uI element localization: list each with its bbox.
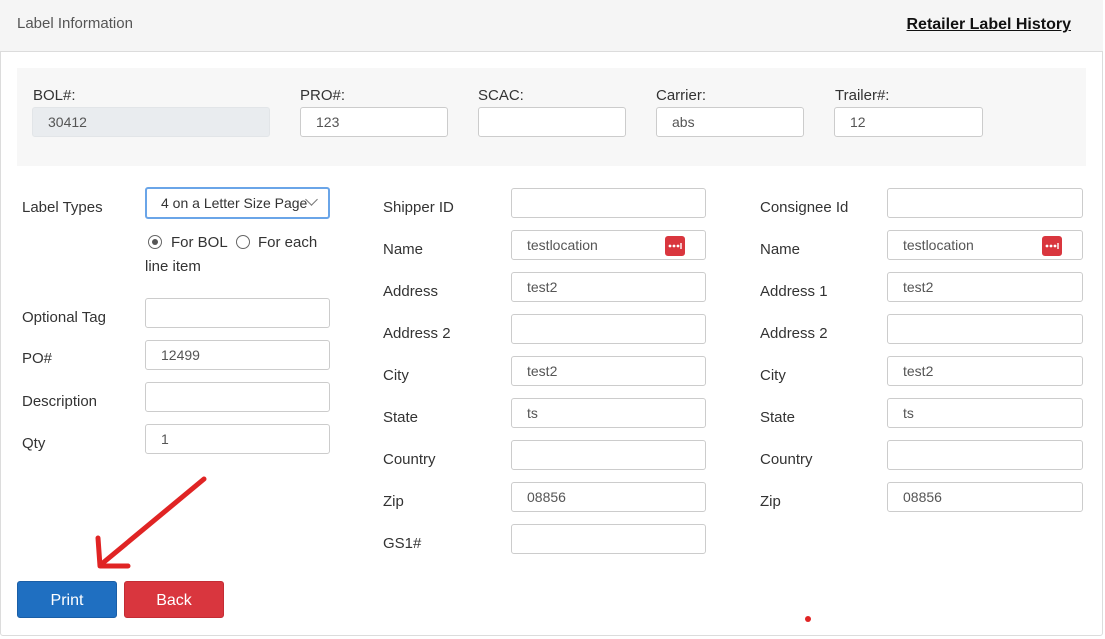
shipper-address-field[interactable]: test2 bbox=[511, 272, 706, 302]
radio-for-bol[interactable] bbox=[148, 235, 162, 249]
shipper-name-label: Name bbox=[383, 241, 424, 258]
shipper-address-label: Address bbox=[383, 283, 439, 300]
carrier-label: Carrier: bbox=[656, 87, 707, 104]
shipper-city-label: City bbox=[383, 367, 409, 384]
consignee-state-label: State bbox=[760, 409, 796, 426]
label-types-label: Label Types bbox=[22, 199, 103, 216]
consignee-address2-field[interactable] bbox=[887, 314, 1083, 344]
pro-label: PRO#: bbox=[300, 87, 346, 104]
consignee-zip-field[interactable]: 08856 bbox=[887, 482, 1083, 512]
shipper-state-label: State bbox=[383, 409, 419, 426]
bol-field: 30412 bbox=[32, 107, 270, 137]
shipper-address2-field[interactable] bbox=[511, 314, 706, 344]
po-label: PO# bbox=[22, 350, 53, 367]
consignee-address2-label: Address 2 bbox=[760, 325, 828, 342]
consignee-address1-field[interactable]: test2 bbox=[887, 272, 1083, 302]
consignee-name-label: Name bbox=[760, 241, 801, 258]
gs1-field[interactable] bbox=[511, 524, 706, 554]
shipper-country-label: Country bbox=[383, 451, 436, 468]
more-dots-icon[interactable] bbox=[665, 236, 685, 256]
scac-field[interactable] bbox=[478, 107, 626, 137]
qty-label: Qty bbox=[22, 435, 46, 452]
print-button[interactable]: Print bbox=[17, 581, 117, 618]
bol-label: BOL#: bbox=[33, 87, 76, 104]
panel-header: Label Information Retailer Label History bbox=[0, 0, 1103, 52]
shipper-state-field[interactable]: ts bbox=[511, 398, 706, 428]
label-types-value: 4 on a Letter Size Page bbox=[161, 195, 308, 211]
shipper-city-field[interactable]: test2 bbox=[511, 356, 706, 386]
label-types-select[interactable]: 4 on a Letter Size Page bbox=[145, 187, 330, 219]
pro-field[interactable]: 123 bbox=[300, 107, 448, 137]
red-arrow-icon bbox=[95, 476, 207, 569]
back-button[interactable]: Back bbox=[124, 581, 224, 618]
red-dot-marker bbox=[805, 616, 811, 622]
optional-tag-field[interactable] bbox=[145, 298, 330, 328]
panel-title: Label Information bbox=[17, 15, 133, 32]
carrier-field[interactable]: abs bbox=[656, 107, 804, 137]
shipper-country-field[interactable] bbox=[511, 440, 706, 470]
shipper-zip-field[interactable]: 08856 bbox=[511, 482, 706, 512]
consignee-id-label: Consignee Id bbox=[760, 199, 849, 216]
shipper-zip-label: Zip bbox=[383, 493, 404, 510]
consignee-city-label: City bbox=[760, 367, 786, 384]
description-field[interactable] bbox=[145, 382, 330, 412]
description-label: Description bbox=[22, 393, 98, 410]
consignee-state-field[interactable]: ts bbox=[887, 398, 1083, 428]
trailer-label: Trailer#: bbox=[835, 87, 890, 104]
consignee-country-field[interactable] bbox=[887, 440, 1083, 470]
qty-field[interactable]: 1 bbox=[145, 424, 330, 454]
trailer-field[interactable]: 12 bbox=[834, 107, 983, 137]
radio-for-each-label-line2: line item bbox=[145, 258, 201, 275]
radio-for-each-line-item[interactable] bbox=[236, 235, 250, 249]
consignee-zip-label: Zip bbox=[760, 493, 781, 510]
consignee-address1-label: Address 1 bbox=[760, 283, 828, 300]
po-field[interactable]: 12499 bbox=[145, 340, 330, 370]
scac-label: SCAC: bbox=[478, 87, 524, 104]
shipper-id-field[interactable] bbox=[511, 188, 706, 218]
optional-tag-label: Optional Tag bbox=[22, 309, 106, 326]
consignee-country-label: Country bbox=[760, 451, 813, 468]
more-dots-icon[interactable] bbox=[1042, 236, 1062, 256]
gs1-label: GS1# bbox=[383, 535, 422, 552]
radio-for-each-label: For each bbox=[258, 234, 318, 251]
consignee-city-field[interactable]: test2 bbox=[887, 356, 1083, 386]
shipper-id-label: Shipper ID bbox=[383, 199, 454, 216]
retailer-label-history-link[interactable]: Retailer Label History bbox=[907, 16, 1072, 34]
shipper-address2-label: Address 2 bbox=[383, 325, 451, 342]
consignee-id-field[interactable] bbox=[887, 188, 1083, 218]
radio-for-bol-label: For BOL bbox=[171, 234, 228, 251]
